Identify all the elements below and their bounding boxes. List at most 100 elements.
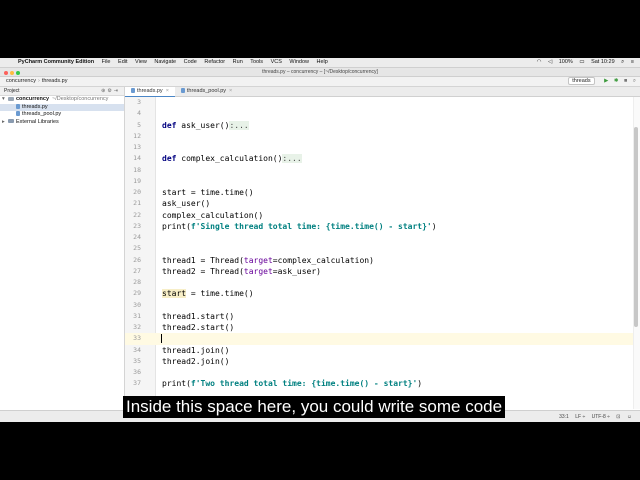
code-line[interactable]: 32 thread2.start()	[125, 322, 634, 333]
code-line[interactable]: 13	[125, 142, 634, 153]
code-text[interactable]: ask_user()	[162, 198, 210, 209]
code-text[interactable]: complex_calculation()	[162, 210, 263, 221]
code-line[interactable]: 23 print(f'Single thread total time: {tim…	[125, 221, 634, 232]
code-line[interactable]: 28	[125, 277, 634, 288]
code-text[interactable]: thread1.join()	[162, 345, 229, 356]
code-text[interactable]: thread1 = Thread(target=complex_calculat…	[162, 255, 374, 266]
tab-label: threads_pool.py	[186, 88, 227, 94]
code-line[interactable]: 18	[125, 165, 634, 176]
stop-icon[interactable]: ■	[624, 78, 627, 84]
run-config-select[interactable]: threads	[568, 77, 595, 85]
code-line[interactable]: 27 thread2 = Thread(target=ask_user)	[125, 266, 634, 277]
code-line[interactable]: 25	[125, 243, 634, 254]
menu-help[interactable]: Help	[317, 59, 328, 65]
tree-item-threads[interactable]: threads.py	[0, 103, 124, 111]
menu-code[interactable]: Code	[184, 59, 197, 65]
code-line[interactable]: 22 complex_calculation()	[125, 210, 634, 221]
window-title: threads.py – concurrency – [~/Desktop/co…	[262, 69, 378, 75]
lock-icon[interactable]: ⊡	[616, 414, 620, 420]
wifi-icon[interactable]: ◠	[537, 59, 542, 65]
minimize-window-icon[interactable]	[10, 71, 14, 75]
tree-item-threads-pool[interactable]: threads_pool.py	[0, 111, 124, 119]
project-panel-title[interactable]: Project	[4, 88, 20, 94]
code-line[interactable]: 21 ask_user()	[125, 198, 634, 209]
code-line[interactable]: 3	[125, 97, 634, 108]
code-line[interactable]: 31 thread1.start()	[125, 311, 634, 322]
line-number: 20	[133, 188, 141, 196]
line-number: 29	[133, 289, 141, 298]
code-text[interactable]: thread2.join()	[162, 356, 229, 367]
code-line[interactable]: 35 thread2.join()	[125, 356, 634, 367]
code-line[interactable]: 24	[125, 232, 634, 243]
menu-run[interactable]: Run	[233, 59, 243, 65]
tab-threads-pool[interactable]: threads_pool.py ×	[175, 87, 238, 96]
code-line[interactable]: 4	[125, 108, 634, 119]
code-text[interactable]: start = time.time()	[162, 288, 254, 299]
breadcrumb-project[interactable]: concurrency	[6, 78, 36, 84]
file-encoding[interactable]: UTF-8 ÷	[592, 414, 610, 420]
code-line[interactable]: 33	[125, 333, 634, 345]
tree-item-external-libraries[interactable]: ▸ External Libraries	[0, 119, 124, 127]
battery-percent[interactable]: 100%	[559, 59, 573, 65]
hide-icon[interactable]: ⇥	[114, 88, 120, 94]
tab-threads[interactable]: threads.py ×	[125, 87, 175, 97]
breadcrumb: concurrency › threads.py	[6, 77, 68, 86]
external-libraries-label: External Libraries	[16, 118, 59, 125]
caret-position[interactable]: 33:1	[559, 414, 569, 420]
menu-view[interactable]: View	[135, 59, 147, 65]
menu-icon[interactable]: ≡	[631, 59, 634, 65]
error-stripe	[633, 97, 640, 409]
run-icon[interactable]: ▶	[604, 78, 608, 84]
file-name: threads_pool.py	[22, 111, 62, 117]
code-line[interactable]: 37 print(f'Two thread total time: {time.t…	[125, 378, 634, 389]
volume-icon[interactable]: ◁	[548, 59, 552, 65]
battery-icon[interactable]: ▭	[579, 59, 584, 65]
menu-file[interactable]: File	[102, 59, 111, 65]
line-number: 22	[133, 210, 141, 219]
menu-vcs[interactable]: VCS	[271, 59, 282, 65]
pycharm-screen: PyCharm Community Edition File Edit View…	[0, 58, 640, 422]
inspector-icon[interactable]: ☺	[627, 414, 632, 420]
close-window-icon[interactable]	[4, 71, 8, 75]
menu-tools[interactable]: Tools	[250, 59, 263, 65]
clock[interactable]: Sat 10:29	[591, 59, 615, 65]
code-line[interactable]: 19	[125, 176, 634, 187]
code-text[interactable]: thread1.start()	[162, 311, 234, 322]
menu-window[interactable]: Window	[289, 59, 309, 65]
code-editor[interactable]: 3 4 5 def ask_user():... 12 13 14 def complex_c…	[125, 97, 640, 409]
code-text[interactable]: thread2.start()	[162, 322, 234, 333]
breadcrumb-separator-icon: ›	[37, 78, 40, 84]
code-line[interactable]: 34 thread1.join()	[125, 345, 634, 356]
project-tree: ▾ concurrency ~/Desktop/concurrency thread…	[0, 96, 124, 126]
menu-edit[interactable]: Edit	[118, 59, 127, 65]
line-separator[interactable]: LF ÷	[575, 414, 585, 420]
debug-icon[interactable]: ✱	[614, 78, 619, 84]
app-menu[interactable]: PyCharm Community Edition	[18, 59, 94, 65]
code-text[interactable]: print(f'Single thread total time: {time.…	[162, 221, 437, 232]
code-line[interactable]: 29 start = time.time()	[125, 288, 634, 299]
code-text[interactable]: start = time.time()	[162, 187, 254, 198]
code-line[interactable]: 36	[125, 367, 634, 378]
code-text[interactable]: thread2 = Thread(target=ask_user)	[162, 266, 321, 277]
close-tab-icon[interactable]: ×	[166, 88, 169, 94]
search-icon[interactable]: ⌕	[621, 59, 624, 65]
code-line[interactable]: 5 def ask_user():...	[125, 120, 634, 131]
line-number: 18	[133, 165, 141, 174]
code-line[interactable]: 12	[125, 131, 634, 142]
code-line[interactable]: 20 start = time.time()	[125, 187, 634, 198]
close-tab-icon[interactable]: ×	[229, 88, 232, 94]
vertical-scrollbar[interactable]	[634, 127, 638, 327]
code-text[interactable]: print(f'Two thread total time: {time.tim…	[162, 378, 422, 389]
breadcrumb-file[interactable]: threads.py	[42, 78, 68, 84]
zoom-window-icon[interactable]	[16, 71, 20, 75]
code-text[interactable]: def ask_user():...	[162, 120, 249, 131]
line-number: 28	[133, 278, 141, 286]
menu-refactor[interactable]: Refactor	[204, 59, 225, 65]
search-everywhere-icon[interactable]: ⌕	[633, 78, 636, 84]
code-line[interactable]: 30	[125, 300, 634, 311]
code-line[interactable]: 26 thread1 = Thread(target=complex_calcul…	[125, 255, 634, 266]
code-text[interactable]: def complex_calculation():...	[162, 153, 302, 164]
tree-item-root[interactable]: ▾ concurrency ~/Desktop/concurrency	[0, 96, 124, 104]
menu-navigate[interactable]: Navigate	[154, 59, 176, 65]
code-line[interactable]: 14 def complex_calculation():...	[125, 153, 634, 164]
